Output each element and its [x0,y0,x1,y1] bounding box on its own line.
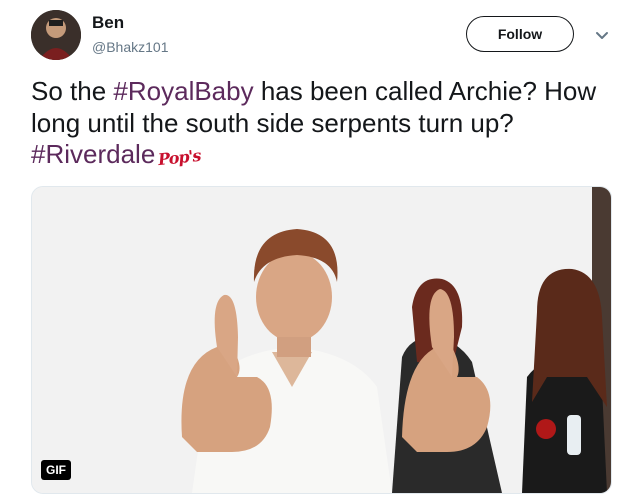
gif-media[interactable]: GIF [31,186,612,494]
tweet-text-part: So the [31,76,114,106]
author-name[interactable]: Ben [92,13,124,33]
gif-badge: GIF [41,460,71,480]
author-handle[interactable]: @Bhakz101 [92,39,168,55]
avatar-image [31,10,81,60]
avatar[interactable] [31,10,81,60]
pops-emoji: Pop's [157,145,202,170]
tweet-text: So the #RoyalBaby has been called Archie… [31,76,611,174]
chevron-down-icon[interactable] [593,26,611,44]
hashtag-riverdale[interactable]: #Riverdale [31,139,155,169]
follow-button[interactable]: Follow [466,16,574,52]
hashtag-royalbaby[interactable]: #RoyalBaby [113,76,253,106]
gif-image [32,187,611,493]
tweet-header: Ben @Bhakz101 Follow [0,0,634,70]
